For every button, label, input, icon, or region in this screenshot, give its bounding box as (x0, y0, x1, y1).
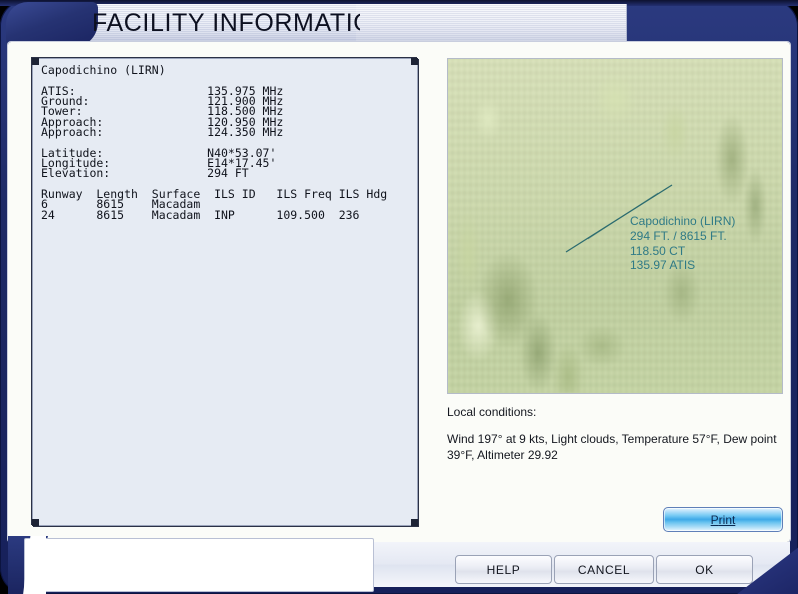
cancel-button[interactable]: CANCEL (554, 555, 654, 584)
facility-information-dialog: FACILITY INFORMATION Capodichino (LIRN) … (0, 0, 798, 594)
panel-corner-bottom-right (411, 519, 418, 526)
print-accelerator-letter: P (710, 512, 719, 527)
facility-info-text: Capodichino (LIRN) ATIS: 135.975 MHz Gro… (41, 63, 388, 222)
page-title: FACILITY INFORMATION (92, 9, 360, 37)
bottom-left-panel (24, 538, 374, 592)
local-conditions-heading: Local conditions: (447, 405, 537, 419)
map-airport-label: Capodichino (LIRN) 294 FT. / 8615 FT. 11… (630, 214, 736, 273)
panel-corner-top-right (411, 58, 418, 65)
airport-map[interactable]: Capodichino (LIRN) 294 FT. / 8615 FT. 11… (447, 58, 783, 394)
local-conditions-text: Wind 197° at 9 kts, Light clouds, Temper… (447, 432, 777, 462)
title-banner-right (356, 4, 627, 46)
print-button[interactable]: Print (663, 507, 783, 532)
help-button[interactable]: HELP (455, 555, 552, 584)
print-label-rest: rint (718, 512, 736, 527)
panel-corner-top-left (32, 58, 39, 65)
panel-corner-bottom-left (32, 519, 39, 526)
ok-button[interactable]: OK (656, 555, 753, 584)
facility-info-panel: Capodichino (LIRN) ATIS: 135.975 MHz Gro… (32, 58, 418, 526)
